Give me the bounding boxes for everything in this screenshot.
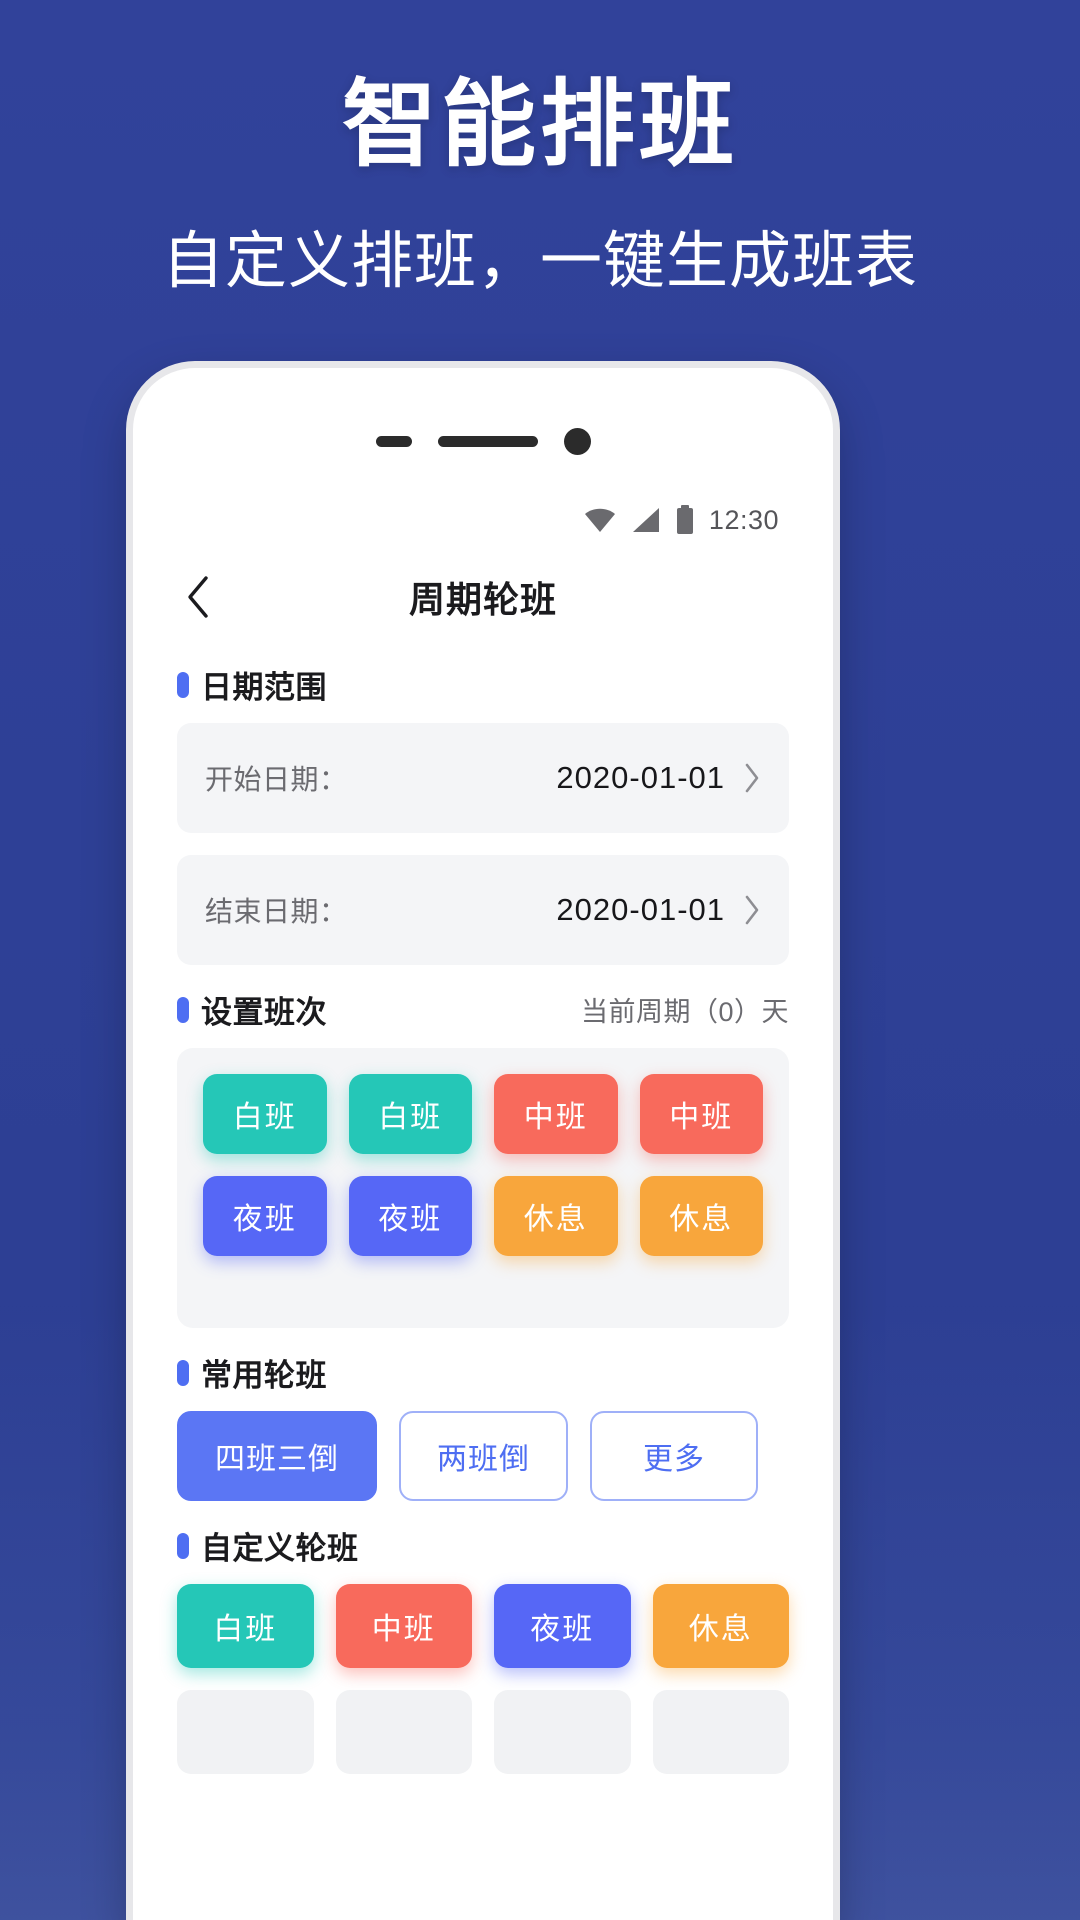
section-header-custom-rotation: 自定义轮班 <box>177 1523 789 1568</box>
page-title: 周期轮班 <box>408 579 557 620</box>
front-camera-icon <box>563 427 591 455</box>
custom-shift-chip[interactable]: 休息 <box>652 1584 789 1668</box>
shift-chip[interactable]: 白班 <box>348 1074 472 1154</box>
shift-chip-grid: 白班 白班 中班 中班 夜班 夜班 休息 休息 <box>203 1074 763 1256</box>
promo-title: 智能排班 <box>341 72 738 178</box>
end-date-row[interactable]: 结束日期： 2020-01-01 <box>177 855 789 965</box>
shift-placeholder-slot[interactable] <box>177 1690 314 1774</box>
start-date-value: 2020-01-01 <box>556 760 725 795</box>
section-bullet-icon <box>177 996 189 1023</box>
app-header: 周期轮班 <box>143 556 823 638</box>
section-title-date-range: 日期范围 <box>201 670 327 705</box>
wifi-icon <box>583 507 617 533</box>
promo-subtitle: 自定义排班，一键生成班表 <box>161 227 918 296</box>
shift-chip[interactable]: 休息 <box>494 1176 618 1256</box>
status-bar-time: 12:30 <box>708 504 779 535</box>
shift-placeholder-slot[interactable] <box>494 1690 631 1774</box>
shift-panel: 白班 白班 中班 中班 夜班 夜班 休息 休息 <box>177 1048 789 1328</box>
shift-chip[interactable]: 休息 <box>639 1176 763 1256</box>
start-date-label: 开始日期： <box>205 764 348 795</box>
custom-shift-chip[interactable]: 夜班 <box>494 1584 631 1668</box>
end-date-label: 结束日期： <box>205 896 348 927</box>
section-header-common-rotation: 常用轮班 <box>177 1350 789 1395</box>
phone-notch <box>143 424 823 458</box>
section-header-date-range: 日期范围 <box>177 662 789 707</box>
preset-button-more[interactable]: 更多 <box>590 1411 758 1501</box>
phone-mockup: 12:30 周期轮班 日期范围 开始日期： 2020-01-01 结束日期： 2… <box>133 368 833 1920</box>
section-title-custom-rotation: 自定义轮班 <box>201 1531 359 1566</box>
chevron-right-icon <box>743 894 761 926</box>
start-date-row[interactable]: 开始日期： 2020-01-01 <box>177 723 789 833</box>
section-bullet-icon <box>177 1532 189 1559</box>
custom-shift-chip-row: 白班 中班 夜班 休息 <box>177 1584 789 1668</box>
shift-chip[interactable]: 中班 <box>639 1074 763 1154</box>
shift-placeholder-slot[interactable] <box>652 1690 789 1774</box>
battery-icon <box>675 505 695 535</box>
shift-chip[interactable]: 白班 <box>203 1074 327 1154</box>
phone-screen: 12:30 周期轮班 日期范围 开始日期： 2020-01-01 结束日期： 2… <box>143 378 823 1920</box>
section-bullet-icon <box>177 1359 189 1386</box>
preset-button-four-shift[interactable]: 四班三倒 <box>177 1411 377 1501</box>
shift-placeholder-slot[interactable] <box>335 1690 472 1774</box>
chevron-right-icon <box>743 762 761 794</box>
custom-shift-placeholder-row <box>177 1690 789 1774</box>
section-bullet-icon <box>177 671 189 698</box>
shift-chip[interactable]: 夜班 <box>348 1176 472 1256</box>
custom-shift-chip[interactable]: 白班 <box>177 1584 314 1668</box>
signal-icon <box>631 507 661 533</box>
shift-chip[interactable]: 中班 <box>494 1074 618 1154</box>
section-header-shift-setup: 设置班次 当前周期（0）天 <box>177 987 789 1032</box>
current-cycle-note: 当前周期（0）天 <box>580 997 789 1027</box>
end-date-value: 2020-01-01 <box>556 892 725 927</box>
preset-button-row: 四班三倒 两班倒 更多 <box>177 1411 789 1501</box>
notch-speaker-icon <box>437 435 538 447</box>
notch-speaker-small-icon <box>375 435 412 447</box>
section-title-shift-setup: 设置班次 <box>201 995 327 1030</box>
page-content: 日期范围 开始日期： 2020-01-01 结束日期： 2020-01-01 设… <box>143 640 823 1920</box>
status-bar: 12:30 <box>583 500 779 540</box>
custom-shift-chip[interactable]: 中班 <box>335 1584 472 1668</box>
preset-button-two-shift[interactable]: 两班倒 <box>399 1411 568 1501</box>
section-title-common-rotation: 常用轮班 <box>201 1358 327 1393</box>
shift-chip[interactable]: 夜班 <box>203 1176 327 1256</box>
